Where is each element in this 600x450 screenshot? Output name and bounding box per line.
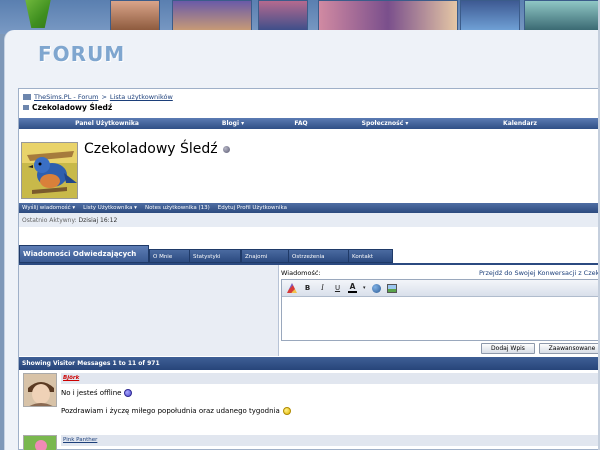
italic-button[interactable]: I bbox=[318, 283, 327, 294]
conversation-link[interactable]: Przejdź do Swojej Konwersacji z Czeko bbox=[479, 269, 600, 277]
font-color-button[interactable]: A bbox=[348, 283, 357, 293]
message-textarea[interactable] bbox=[282, 297, 600, 341]
last-active-value: Dzisiaj 16:12 bbox=[78, 217, 118, 224]
smiley-icon bbox=[282, 407, 291, 415]
visitor-avatar[interactable] bbox=[23, 435, 57, 450]
nav-blogi[interactable]: Blogi ▾ bbox=[195, 118, 271, 129]
edit-profile-link[interactable]: Edytuj Profil Użytkownika bbox=[218, 205, 287, 211]
visitor-avatar-image bbox=[24, 374, 56, 406]
nav-faq[interactable]: FAQ bbox=[271, 118, 331, 129]
visitor-author-link[interactable]: Pink Panther bbox=[63, 437, 97, 443]
banner-image bbox=[110, 0, 160, 31]
insert-link-icon[interactable] bbox=[371, 283, 381, 293]
banner-image bbox=[318, 0, 458, 31]
breadcrumb: TheSims.PL - Forum > Lista użytkowników … bbox=[23, 93, 173, 112]
font-color-letter: A bbox=[349, 282, 356, 291]
add-entry-button[interactable]: Dodaj Wpis bbox=[481, 343, 535, 354]
breadcrumb-current: Czekoladowy Śledź bbox=[32, 103, 113, 112]
advanced-button[interactable]: Zaawansowane bbox=[539, 343, 600, 354]
nav-kalendarz[interactable]: Kalendarz bbox=[439, 118, 600, 129]
last-active-label: Ostatnio Aktywny: bbox=[22, 217, 77, 224]
visitor-message-item: Björk No i jesteś offline Pozdrawiam i ż… bbox=[19, 373, 600, 435]
tab-kontakt[interactable]: Kontakt bbox=[348, 249, 393, 263]
editor-toolbar: B I U A ▾ bbox=[282, 280, 600, 297]
visitor-message-line2: Pozdrawiam i życzę miłego popołudnia ora… bbox=[61, 407, 291, 415]
profile-action-bar: Wyślij wiadomość ▾ Listy Użytkownika ▾ N… bbox=[19, 203, 600, 213]
main-navbar: Panel Użytkownika Blogi ▾ FAQ Społecznoś… bbox=[19, 118, 600, 129]
user-lists-menu[interactable]: Listy Użytkownika ▾ bbox=[83, 205, 137, 211]
profile-tabs: Wiadomości Odwiedzających O Mnie Statyst… bbox=[19, 245, 600, 263]
bluebird-avatar-image bbox=[22, 143, 77, 198]
message-editor: B I U A ▾ bbox=[281, 279, 600, 341]
visitor-message-text-2: Pozdrawiam i życzę miłego popołudnia ora… bbox=[61, 407, 280, 415]
underline-button[interactable]: U bbox=[333, 283, 342, 294]
offline-status-icon bbox=[222, 145, 230, 153]
visitor-messages-header: Showing Visitor Messages 1 to 11 of 971 bbox=[19, 357, 600, 370]
banner-image bbox=[460, 0, 520, 31]
banner-image bbox=[524, 0, 600, 31]
visitor-avatar-image bbox=[24, 436, 56, 450]
remove-format-icon[interactable] bbox=[287, 283, 297, 293]
user-notes-link[interactable]: Notes użytkownika (13) bbox=[145, 205, 210, 211]
message-side-panel bbox=[19, 265, 279, 356]
breadcrumb-arrow-icon bbox=[23, 105, 29, 110]
banner-image bbox=[172, 0, 252, 31]
profile-avatar bbox=[21, 142, 78, 199]
visitor-message-text-1: No i jesteś offline bbox=[61, 389, 122, 397]
breadcrumb-members-link[interactable]: Lista użytkowników bbox=[110, 93, 173, 101]
message-label: Wiadomość: bbox=[281, 269, 321, 277]
main-content: TheSims.PL - Forum > Lista użytkowników … bbox=[18, 88, 600, 450]
breadcrumb-separator: > bbox=[101, 93, 107, 101]
visitor-message-item: Pink Panther bbox=[19, 435, 600, 450]
tab-statystyki[interactable]: Statystyki bbox=[189, 249, 241, 263]
visitor-author-link[interactable]: Björk bbox=[63, 375, 79, 381]
username-text: Czekoladowy Śledź bbox=[84, 141, 218, 157]
nav-panel-uzytkownika[interactable]: Panel Użytkownika bbox=[19, 118, 195, 129]
site-banner bbox=[0, 0, 600, 34]
font-color-dropdown-icon[interactable]: ▾ bbox=[363, 285, 366, 291]
tab-ostrzezenia[interactable]: Ostrzeżenia bbox=[288, 249, 350, 263]
forum-home-icon[interactable] bbox=[23, 94, 31, 100]
banner-image bbox=[258, 0, 308, 31]
breadcrumb-forum-link[interactable]: TheSims.PL - Forum bbox=[34, 93, 98, 101]
tab-visitor-messages[interactable]: Wiadomości Odwiedzających bbox=[19, 245, 149, 263]
plumbob-logo-icon bbox=[24, 0, 52, 28]
sad-smiley-icon bbox=[124, 389, 133, 397]
visitor-message-head: Pink Panther bbox=[61, 435, 600, 446]
send-message-menu[interactable]: Wyślij wiadomość ▾ bbox=[22, 205, 75, 211]
nav-spolecznosc[interactable]: Społeczność ▾ bbox=[331, 118, 439, 129]
font-color-bar bbox=[348, 291, 357, 293]
visitor-avatar[interactable] bbox=[23, 373, 57, 407]
forum-title[interactable]: FORUM bbox=[38, 42, 125, 66]
last-active-row: Ostatnio Aktywny: Dzisiaj 16:12 bbox=[19, 213, 600, 227]
bold-button[interactable]: B bbox=[303, 283, 312, 294]
visitor-message-line1: No i jesteś offline bbox=[61, 389, 133, 397]
insert-image-icon[interactable] bbox=[386, 283, 397, 293]
tab-znajomi[interactable]: Znajomi bbox=[241, 249, 289, 263]
visitor-message-head: Björk bbox=[61, 373, 600, 384]
profile-username: Czekoladowy Śledź bbox=[84, 141, 230, 157]
